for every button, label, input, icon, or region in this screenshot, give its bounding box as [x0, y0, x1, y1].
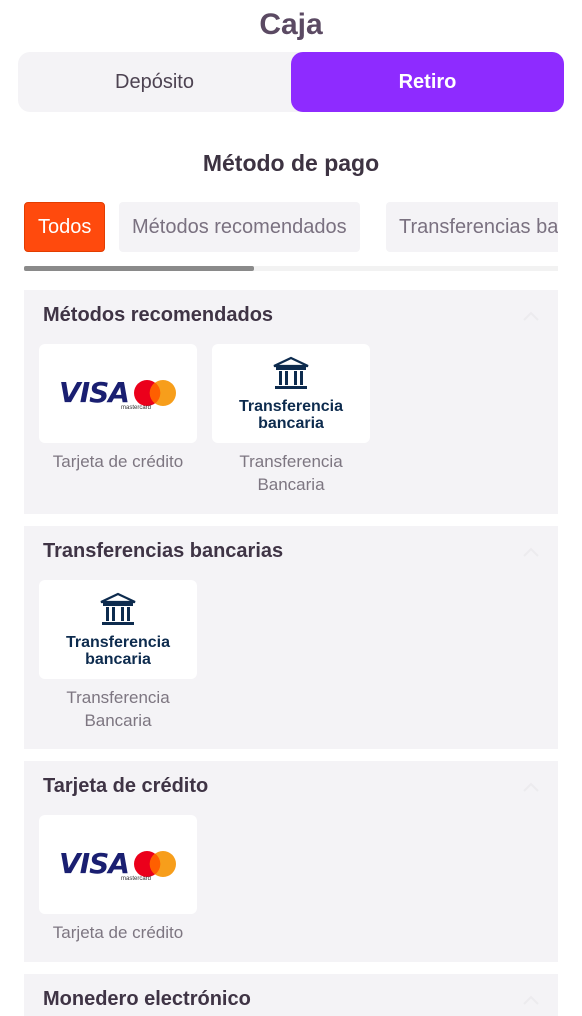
- chevron-up-icon[interactable]: [522, 992, 540, 1010]
- filter-chip-recommended[interactable]: Métodos recomendados: [119, 202, 360, 252]
- chevron-up-icon[interactable]: [522, 544, 540, 562]
- payment-tile-bank-transfer[interactable]: Transferencia bancaria Transferencia Ban…: [39, 580, 197, 732]
- visa-logo-text: VISA: [59, 847, 130, 880]
- method-filter-bar: Todos Métodos recomendados Transferencia…: [24, 202, 558, 254]
- filter-chip-bank-transfers[interactable]: Transferencias ba: [386, 202, 558, 252]
- page-title: Caja: [259, 8, 323, 41]
- chevron-up-icon[interactable]: [522, 779, 540, 797]
- section-title: Transferencias bancarias: [43, 540, 284, 562]
- filter-chip-all[interactable]: Todos: [24, 202, 106, 252]
- bank-logo-line2: bancaria: [258, 414, 324, 432]
- mastercard-logo-text: mastercard: [120, 405, 151, 411]
- bank-logo-line1: Transferencia: [238, 397, 344, 415]
- section-e-wallet: Monedero electrónico: [24, 974, 558, 1016]
- withdraw-tab[interactable]: Retiro: [291, 52, 564, 112]
- bank-icon: [100, 592, 136, 625]
- section-title: Tarjeta de crédito: [43, 775, 209, 797]
- tile-label: Transferencia Bancaria: [66, 688, 170, 730]
- payment-method-heading: Método de pago: [202, 150, 380, 176]
- bank-transfer-logo: Transferencia bancaria: [39, 580, 197, 679]
- bank-transfer-logo: Transferencia bancaria: [212, 344, 370, 443]
- section-recommended-methods: Métodos recomendados VISA mastercard Tar…: [24, 290, 558, 514]
- tile-label: Transferencia Bancaria: [239, 452, 343, 494]
- mastercard-logo-text: mastercard: [120, 876, 151, 882]
- filter-scrollbar[interactable]: [24, 266, 254, 271]
- tile-label: Tarjeta de crédito: [52, 452, 184, 471]
- visa-logo-text: VISA: [59, 376, 130, 409]
- mastercard-icon: [133, 850, 176, 877]
- tile-label: Tarjeta de crédito: [52, 923, 184, 942]
- section-title: Métodos recomendados: [43, 304, 274, 326]
- payment-tile-bank-transfer[interactable]: Transferencia bancaria Transferencia Ban…: [212, 344, 370, 496]
- mastercard-icon: [133, 379, 176, 406]
- section-title: Monedero electrónico: [43, 988, 251, 1010]
- chevron-up-icon[interactable]: [522, 308, 540, 326]
- section-bank-transfers: Transferencias bancarias Transferencia b…: [24, 526, 558, 749]
- section-credit-card: Tarjeta de crédito VISA mastercard Tarje…: [24, 761, 558, 962]
- bank-logo-line2: bancaria: [85, 650, 151, 668]
- bank-icon: [273, 356, 309, 389]
- visa-mastercard-logo: VISA mastercard: [39, 815, 197, 914]
- payment-tile-credit-card[interactable]: VISA mastercard Tarjeta de crédito: [39, 344, 197, 473]
- deposit-withdraw-toggle: Depósito Retiro: [18, 52, 564, 112]
- visa-mastercard-logo: VISA mastercard: [39, 344, 197, 443]
- deposit-tab[interactable]: Depósito: [18, 52, 291, 112]
- payment-tile-credit-card[interactable]: VISA mastercard Tarjeta de crédito: [39, 815, 197, 944]
- bank-logo-line1: Transferencia: [65, 633, 171, 651]
